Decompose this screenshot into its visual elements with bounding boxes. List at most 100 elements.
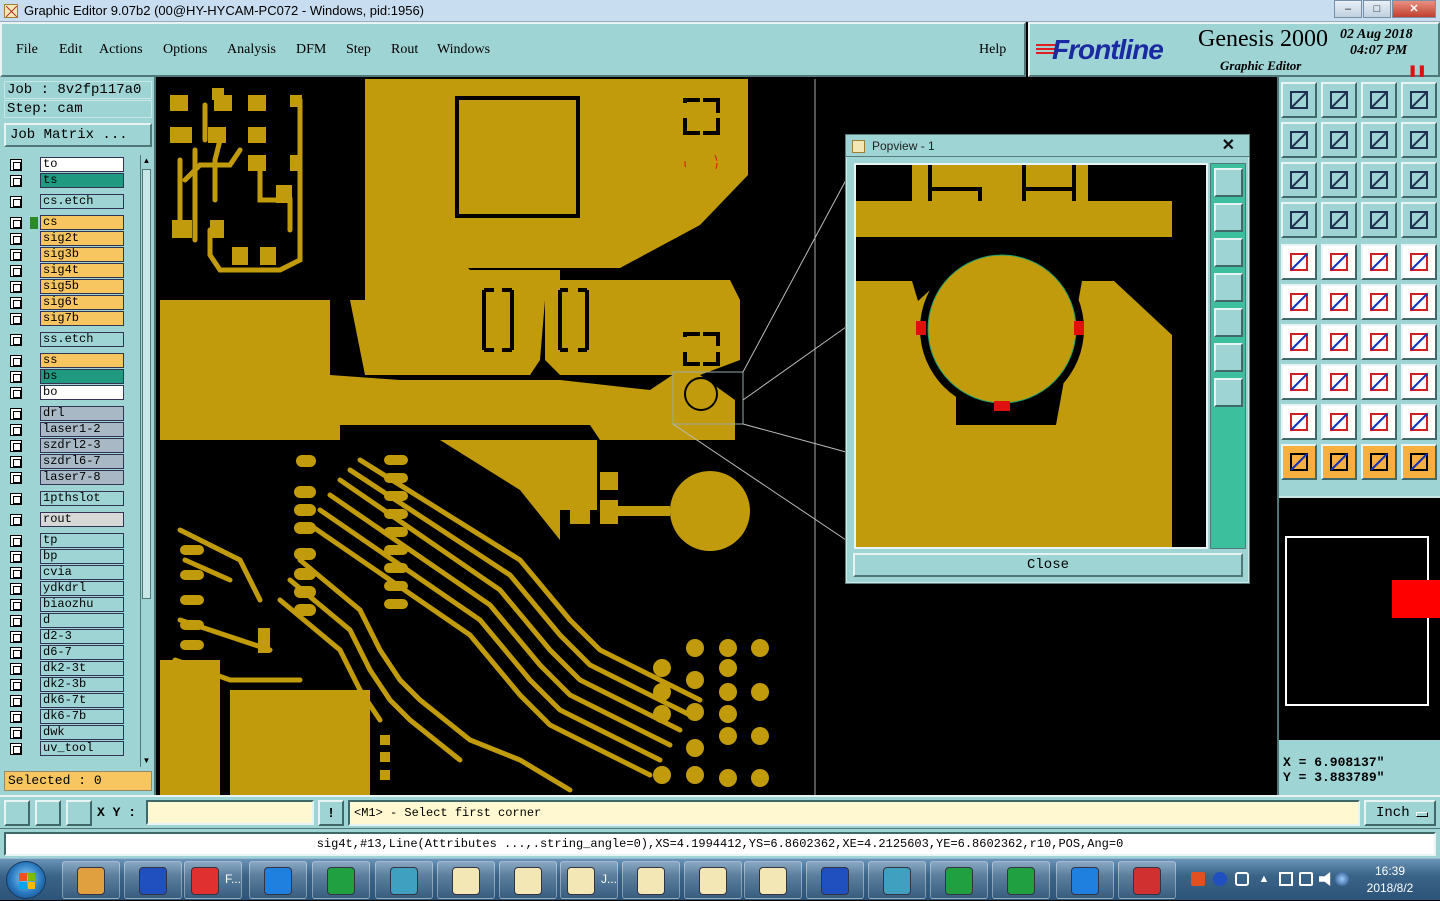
layer-name[interactable]: ss.etch bbox=[40, 332, 124, 347]
layer-name[interactable]: d2-3 bbox=[40, 629, 124, 644]
layer-name[interactable]: sig7b bbox=[40, 311, 124, 326]
layer-name[interactable]: bs bbox=[40, 369, 124, 384]
taskbar-genesis4-button[interactable] bbox=[622, 861, 680, 899]
layer-row-dk2-3t[interactable]: dk2-3t bbox=[6, 661, 126, 676]
layer-row-dk6-7b[interactable]: dk6-7b bbox=[6, 709, 126, 724]
net-icon[interactable] bbox=[1281, 284, 1317, 320]
taskbar-J-button[interactable]: J... bbox=[560, 861, 618, 899]
layer-checkbox[interactable] bbox=[10, 472, 22, 484]
taskbar-ie-button[interactable] bbox=[249, 861, 307, 899]
layer-row-cvia[interactable]: cvia bbox=[6, 565, 126, 580]
size-icon[interactable] bbox=[1361, 364, 1397, 400]
layer-row-dk6-7t[interactable]: dk6-7t bbox=[6, 693, 126, 708]
layer-checkbox[interactable] bbox=[10, 424, 22, 436]
menu-file[interactable]: File bbox=[16, 42, 38, 58]
units-select[interactable]: Inch bbox=[1364, 800, 1436, 826]
taskbar-genesis1-button[interactable] bbox=[437, 861, 495, 899]
arc-line-icon[interactable] bbox=[1401, 284, 1437, 320]
popview-close-button[interactable]: Close bbox=[853, 553, 1243, 577]
scroll-up-icon[interactable]: ▲ bbox=[141, 155, 152, 167]
layer-row-d6-7[interactable]: d6-7 bbox=[6, 645, 126, 660]
layer-name[interactable]: dk6-7t bbox=[40, 693, 124, 708]
warning-button[interactable]: ! bbox=[318, 800, 344, 826]
layer-row-uv_tool[interactable]: uv_tool bbox=[6, 741, 126, 756]
taskbar-qq-button[interactable] bbox=[1056, 861, 1114, 899]
pad-add-icon[interactable] bbox=[1281, 244, 1317, 280]
popview-tool-3-icon[interactable] bbox=[1214, 238, 1243, 267]
taskbar-eye-button[interactable] bbox=[375, 861, 433, 899]
layer-checkbox[interactable] bbox=[10, 567, 22, 579]
select-net-icon[interactable] bbox=[1401, 444, 1437, 480]
taskbar-save-button[interactable] bbox=[124, 861, 182, 899]
layer-row-biaozhu[interactable]: biaozhu bbox=[6, 597, 126, 612]
layer-name[interactable]: dk2-3t bbox=[40, 661, 124, 676]
ruler-icon[interactable] bbox=[1361, 244, 1397, 280]
layer-row-szdrl2-3[interactable]: szdrl2-3 bbox=[6, 438, 126, 453]
tray-flag-icon[interactable] bbox=[1279, 872, 1293, 886]
layer-name[interactable]: sig5b bbox=[40, 279, 124, 294]
rotate-icon[interactable] bbox=[1361, 324, 1397, 360]
job-matrix-button[interactable]: Job Matrix ... bbox=[4, 123, 152, 147]
popview-tool-1-icon[interactable] bbox=[1214, 168, 1243, 197]
layer-name[interactable]: laser7-8 bbox=[40, 470, 124, 485]
home-icon[interactable] bbox=[1361, 82, 1397, 118]
start-button[interactable] bbox=[6, 861, 46, 899]
layer-name[interactable]: cs bbox=[40, 215, 124, 230]
layer-name[interactable]: sig2t bbox=[40, 231, 124, 246]
snap-mode-icon[interactable] bbox=[4, 800, 30, 826]
layer-name[interactable]: tp bbox=[40, 533, 124, 548]
flip-icon[interactable] bbox=[1361, 122, 1397, 158]
layer-checkbox[interactable] bbox=[10, 297, 22, 309]
layer-row-drl[interactable]: drl bbox=[6, 406, 126, 421]
layer-checkbox[interactable] bbox=[10, 647, 22, 659]
scroll-thumb[interactable] bbox=[142, 169, 151, 599]
layer-checkbox[interactable] bbox=[10, 583, 22, 595]
popview-zoom-out-icon[interactable] bbox=[1214, 378, 1243, 407]
triangle-icon[interactable] bbox=[1281, 404, 1317, 440]
layer-checkbox[interactable] bbox=[10, 334, 22, 346]
layers-color-icon[interactable] bbox=[1361, 202, 1397, 238]
line-diag-icon[interactable] bbox=[1321, 324, 1357, 360]
layer-checkbox[interactable] bbox=[10, 535, 22, 547]
layer-row-rout[interactable]: rout bbox=[6, 512, 126, 527]
layer-name[interactable]: drl bbox=[40, 406, 124, 421]
center-snap-icon[interactable] bbox=[66, 800, 92, 826]
layers-red-icon[interactable] bbox=[1401, 202, 1437, 238]
layer-checkbox[interactable] bbox=[10, 281, 22, 293]
layer-row-szdrl6-7[interactable]: szdrl6-7 bbox=[6, 454, 126, 469]
grid-icon[interactable] bbox=[1321, 202, 1357, 238]
minimize-button[interactable]: – bbox=[1334, 0, 1362, 18]
layer-row-ss[interactable]: ss bbox=[6, 353, 126, 368]
layer-name[interactable]: to bbox=[40, 157, 124, 172]
menu-windows[interactable]: Windows bbox=[437, 42, 490, 58]
layer-name[interactable]: dwk bbox=[40, 725, 124, 740]
layer-name[interactable]: d6-7 bbox=[40, 645, 124, 660]
layer-checkbox[interactable] bbox=[10, 440, 22, 452]
layer-name[interactable]: bp bbox=[40, 549, 124, 564]
layer-row-ts[interactable]: ts bbox=[6, 173, 126, 188]
arrow-a-icon[interactable] bbox=[1361, 404, 1397, 440]
taskbar-F-button[interactable]: F... bbox=[184, 861, 242, 899]
overview-window[interactable] bbox=[1279, 496, 1440, 740]
layer-checkbox[interactable] bbox=[10, 599, 22, 611]
menu-rout[interactable]: Rout bbox=[391, 42, 418, 58]
layer-row-cs.etch[interactable]: cs.etch bbox=[6, 194, 126, 209]
swap-icon[interactable] bbox=[1401, 122, 1437, 158]
layer-checkbox[interactable] bbox=[10, 615, 22, 627]
taskbar-clock[interactable]: 16:39 2018/8/2 bbox=[1355, 863, 1425, 897]
taskbar-excel2-button[interactable] bbox=[992, 861, 1050, 899]
popview-tool-4-icon[interactable] bbox=[1214, 273, 1243, 302]
menu-analysis[interactable]: Analysis bbox=[227, 42, 276, 58]
tray-expand-icon[interactable]: ▲ bbox=[1257, 872, 1271, 886]
layer-checkbox[interactable] bbox=[10, 249, 22, 261]
arrow-b-icon[interactable] bbox=[1401, 404, 1437, 440]
layer-name[interactable]: biaozhu bbox=[40, 597, 124, 612]
layer-checkbox[interactable] bbox=[10, 679, 22, 691]
taskbar-genesis2-button[interactable] bbox=[499, 861, 557, 899]
layer-checkbox[interactable] bbox=[10, 663, 22, 675]
taskbar-shell-button[interactable] bbox=[62, 861, 120, 899]
layer-name[interactable]: rout bbox=[40, 512, 124, 527]
layer-checkbox[interactable] bbox=[10, 159, 22, 171]
tray-security-icon[interactable] bbox=[1335, 872, 1349, 886]
layer-name[interactable]: cvia bbox=[40, 565, 124, 580]
